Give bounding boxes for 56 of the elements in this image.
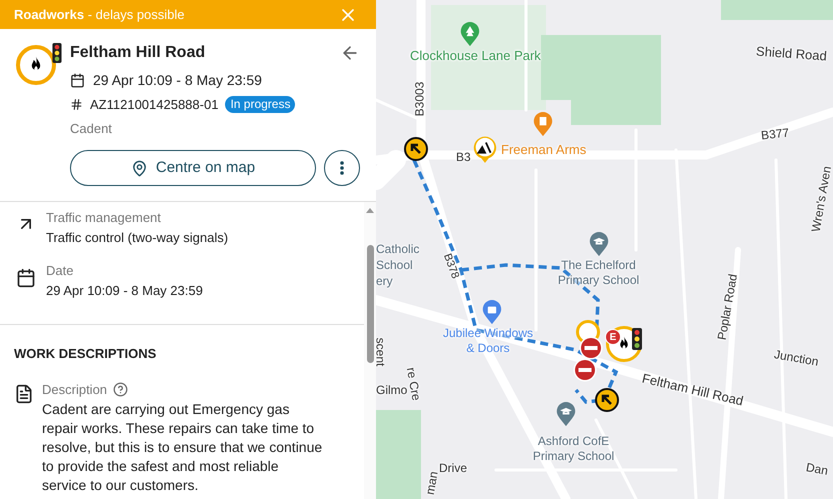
map-label: Wren's Aven (808, 164, 833, 234)
scrollbar[interactable] (364, 202, 376, 499)
map-label: Poplar Road (714, 272, 742, 342)
scroll-up-icon[interactable] (366, 208, 374, 213)
description-text: Cadent are carrying out Emergency gas repair works. These repairs can take time to resolve, but this is to ensure that we continue to provide the safest and most reliable service to our customers. (42, 400, 324, 494)
school-pin-icon (589, 232, 609, 257)
map-label: Catholic (376, 241, 420, 258)
detail-value: Traffic control (two-way signals) (46, 228, 228, 247)
map-label: Clockhouse Lane Park (410, 47, 541, 65)
street-map-drawing[interactable] (376, 0, 833, 499)
map-label: ery (376, 273, 393, 290)
map-label: Shield Road (755, 42, 828, 66)
map-label: Drive (439, 460, 468, 477)
status-badge: In progress (225, 96, 296, 114)
work-title: Feltham Hill Road (70, 43, 206, 63)
map-label: Freeman Arms (501, 141, 586, 159)
section-title: WORK DESCRIPTIONS (14, 346, 156, 361)
map-label: scent (376, 338, 388, 366)
school-pin-icon (556, 402, 576, 427)
map-label: B3 (456, 149, 471, 166)
map-label: B378 (440, 251, 462, 282)
shop-pin-icon (482, 300, 502, 325)
calendar-icon (16, 267, 36, 289)
park-pin-icon (460, 22, 480, 47)
cup-pin-icon (533, 112, 553, 137)
map-label: B3003 (411, 82, 428, 116)
banner-title: Roadworks - delays possible (14, 6, 185, 24)
more-button[interactable] (324, 150, 360, 186)
operator-name: Cadent (70, 120, 113, 138)
detail-label: Traffic management (46, 209, 162, 227)
scrollbar-thumb[interactable] (366, 245, 374, 363)
no-entry-icon (573, 358, 597, 382)
centre-on-map-button[interactable]: Centre on map (70, 150, 316, 186)
map-label: School (376, 257, 413, 274)
map-label: man (422, 470, 441, 496)
map-label: B377 (760, 124, 790, 144)
map-pin-icon (130, 160, 148, 176)
traffic-light-icon (52, 43, 62, 63)
traffic-light-icon (632, 328, 642, 350)
detail-label: Date (46, 262, 74, 280)
roadworks-pin-icon (472, 134, 498, 164)
help-icon[interactable] (113, 382, 128, 398)
map-label: Gilmo (376, 382, 408, 399)
more-icon (340, 161, 344, 175)
document-icon (14, 384, 34, 404)
map-label: Junction (772, 346, 820, 371)
hash-icon (70, 98, 83, 112)
detail-label: Description (42, 381, 108, 399)
map-label: Ashford CofE Primary School (532, 434, 616, 464)
work-reference: AZ1121001425888-01 (90, 96, 218, 114)
no-entry-icon (579, 336, 603, 360)
calendar-icon (70, 73, 85, 88)
map-label: Feltham Hill Road (640, 370, 746, 410)
work-date: 29 Apr 10:09 - 8 May 23:59 (93, 71, 262, 90)
map-label: Dan (804, 459, 830, 480)
detail-value: 29 Apr 10:09 - 8 May 23:59 (46, 282, 203, 300)
